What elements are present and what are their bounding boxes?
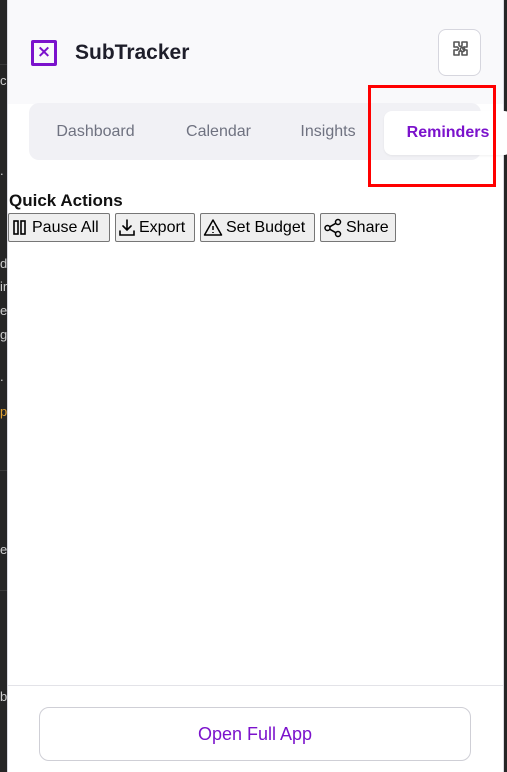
settings-button[interactable] — [438, 29, 481, 76]
pause-all-button[interactable]: Pause All — [8, 213, 110, 242]
app-logo-icon: × — [31, 40, 57, 66]
export-label: Export — [139, 218, 186, 236]
tab-dashboard[interactable]: Dashboard — [29, 103, 162, 160]
share-icon — [323, 218, 343, 238]
share-button[interactable]: Share — [320, 213, 396, 242]
puzzle-gear-icon — [449, 39, 471, 66]
app-title: SubTracker — [75, 41, 190, 64]
highlight-annotation-box — [368, 85, 496, 187]
footer-divider — [8, 685, 503, 686]
warning-icon — [203, 218, 223, 238]
download-icon — [118, 218, 136, 238]
pause-icon — [11, 218, 29, 238]
set-budget-label: Set Budget — [226, 218, 306, 236]
share-label: Share — [346, 218, 389, 236]
pause-all-label: Pause All — [32, 218, 99, 236]
export-button[interactable]: Export — [115, 213, 195, 242]
tab-insights[interactable]: Insights — [275, 103, 381, 160]
open-full-app-button[interactable]: Open Full App — [39, 707, 471, 761]
quick-actions-heading: Quick Actions — [9, 191, 123, 210]
set-budget-button[interactable]: Set Budget — [200, 213, 315, 242]
tab-calendar[interactable]: Calendar — [162, 103, 275, 160]
